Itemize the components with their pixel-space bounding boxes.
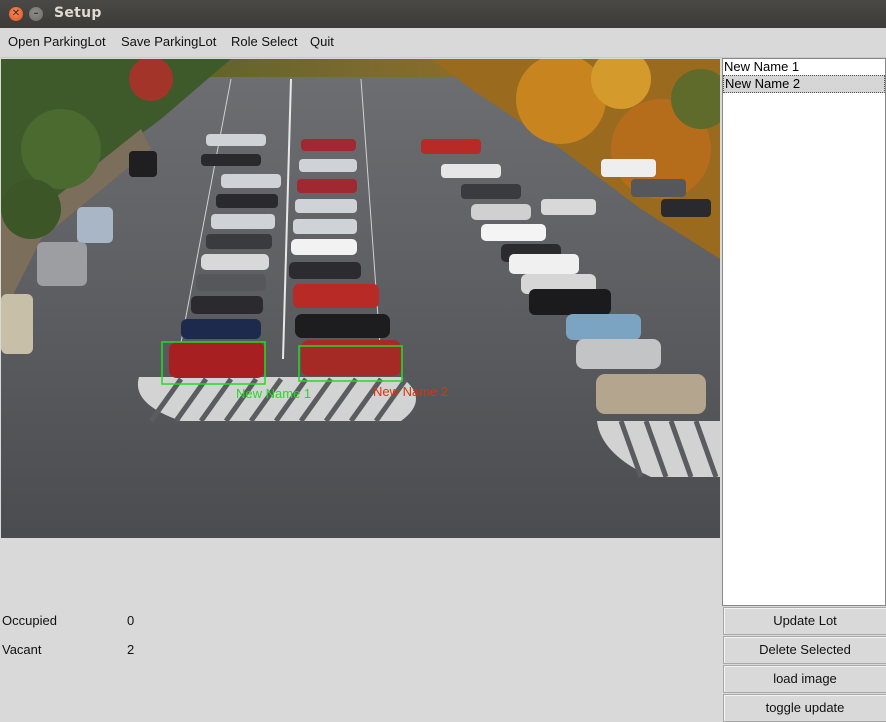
list-item[interactable]: New Name 1 [723,59,885,75]
parking-lot-photo [1,59,720,538]
close-icon: ✕ [11,8,21,19]
menu-open-parkinglot[interactable]: Open ParkingLot [8,34,106,49]
menu-quit[interactable]: Quit [310,34,334,49]
car-red-1 [169,342,265,378]
occupied-value: 0 [127,613,135,628]
parking-spot-label-2: New Name 2 [373,384,449,399]
close-window-button[interactable]: ✕ [9,7,23,21]
parking-lot-image-canvas[interactable]: New Name 1 New Name 2 [1,59,720,538]
load-image-button[interactable]: load image [723,665,886,693]
update-lot-button[interactable]: Update Lot [723,607,886,635]
window-title: Setup [54,5,102,21]
title-bar: ✕ – Setup [0,0,886,28]
vacant-label: Vacant [2,642,42,657]
toggle-update-button[interactable]: toggle update [723,694,886,722]
menu-role-select[interactable]: Role Select [231,34,297,49]
list-item-selected[interactable]: New Name 2 [723,75,885,93]
menu-bar: Open ParkingLot Save ParkingLot Role Sel… [0,28,886,58]
occupied-label: Occupied [2,613,57,628]
delete-selected-button[interactable]: Delete Selected [723,636,886,664]
vacant-value: 2 [127,642,135,657]
parking-spot-label-1: New Name 1 [236,386,312,401]
menu-save-parkinglot[interactable]: Save ParkingLot [121,34,216,49]
minimize-icon: – [33,8,39,19]
spot-listbox[interactable]: New Name 1 New Name 2 [722,58,886,606]
minimize-window-button[interactable]: – [29,7,43,21]
